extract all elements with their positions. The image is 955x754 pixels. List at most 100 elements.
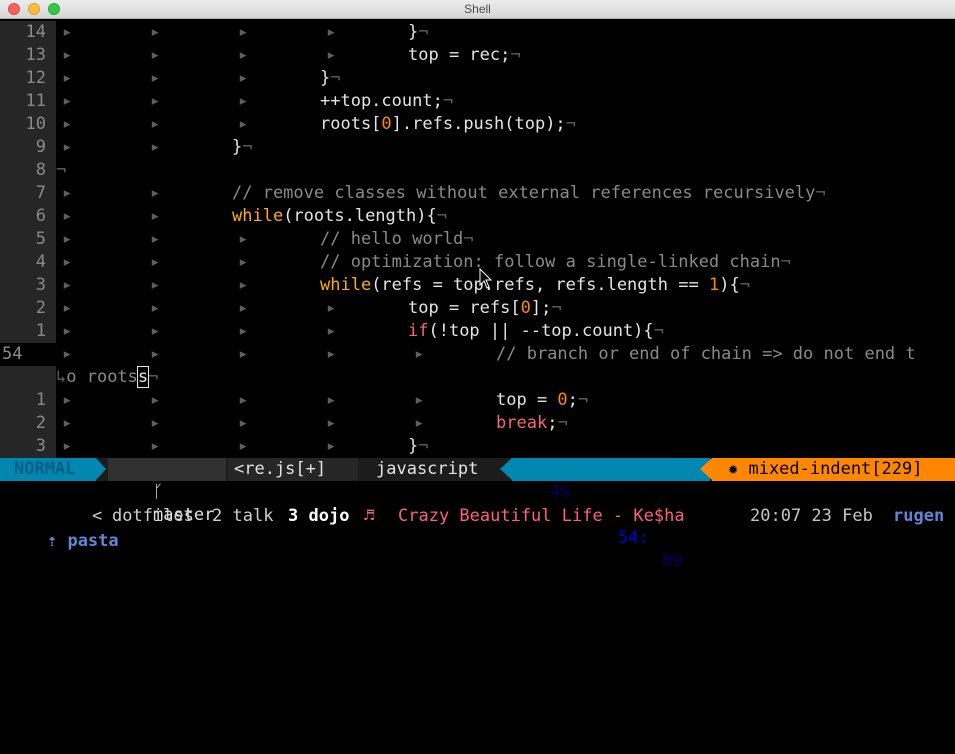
eol-marker: ¬ <box>418 22 429 42</box>
code-body: }¬ <box>408 21 429 44</box>
code-body: top = refs[0];¬ <box>408 297 562 320</box>
tab-marker: ▸ <box>62 183 73 203</box>
code-line[interactable]: 1 ▸ ▸ ▸ ▸ ▸ top = 0;¬ <box>0 389 955 412</box>
code-line[interactable]: 6 ▸ ▸ while(roots.length){¬ <box>0 205 955 228</box>
tab-marker: ▸ <box>150 183 161 203</box>
code-token: } <box>232 137 243 157</box>
line-number: 8 <box>0 159 56 182</box>
tab-marker: ▸ <box>62 22 73 42</box>
code-token: ){ <box>719 275 740 295</box>
code-token: ++top.count; <box>320 91 443 111</box>
code-body: if(!top || --top.count){¬ <box>408 320 664 343</box>
tab-marker: ▸ <box>150 137 161 157</box>
tab-marker: ▸ <box>238 22 249 42</box>
file-name: <re.js[+] <box>228 458 358 481</box>
code-line[interactable]: 11 ▸ ▸ ▸ ++top.count;¬ <box>0 90 955 113</box>
column-number: 89 <box>662 551 683 571</box>
code-token: 0 <box>381 114 392 134</box>
code-body: break;¬ <box>496 412 568 435</box>
tab-marker: ▸ <box>150 45 161 65</box>
code-token: ].refs.push(top); <box>391 114 566 134</box>
tab-marker: ▸ <box>326 321 337 341</box>
tab-marker: ▸ <box>414 413 425 433</box>
eol-marker: ¬ <box>436 206 447 226</box>
tab-marker: ▸ <box>150 344 161 364</box>
code-line[interactable]: 3 ▸ ▸ ▸ ▸}¬ <box>0 435 955 458</box>
tmux-window-dojo-active[interactable]: 3 dojo <box>288 504 349 529</box>
tab-marker: ▸ <box>238 413 249 433</box>
code-body: roots[0].refs.push(top);¬ <box>320 113 576 136</box>
code-line[interactable]: 12 ▸ ▸ ▸}¬ <box>0 67 955 90</box>
tab-marker: ▸ <box>238 114 249 134</box>
tab-marker: ▸ <box>62 390 73 410</box>
code-body: // optimization: follow a single-linked … <box>320 251 791 274</box>
code-token: ; <box>567 390 578 410</box>
line-number: 7 <box>0 182 56 205</box>
code-line[interactable]: 1 ▸ ▸ ▸ ▸ if(!top || --top.count){¬ <box>0 320 955 343</box>
eol-marker: ¬ <box>242 137 253 157</box>
tab-marker: ▸ <box>326 344 337 364</box>
eol-marker: ¬ <box>330 68 341 88</box>
line-number: 9 <box>0 136 56 159</box>
code-line[interactable]: 2 ▸ ▸ ▸ ▸ top = refs[0];¬ <box>0 297 955 320</box>
tab-marker: ▸ <box>62 229 73 249</box>
tab-marker: ▸ <box>238 298 249 318</box>
eol-marker: ¬ <box>418 436 429 456</box>
line-number: 14 <box>0 21 56 44</box>
tab-marker: ▸ <box>238 68 249 88</box>
code-line[interactable]: 8 ¬ <box>0 159 955 182</box>
eol-marker: ¬ <box>56 160 67 180</box>
code-line[interactable]: 2 ▸ ▸ ▸ ▸ ▸ break;¬ <box>0 412 955 435</box>
code-line[interactable]: 7 ▸ ▸ // remove classes without external re… <box>0 182 955 205</box>
clock: 20:07 23 Feb <box>750 506 873 526</box>
code-token: top = <box>496 390 558 410</box>
tab-marker: ▸ <box>62 344 73 364</box>
code-line[interactable]: 10 ▸ ▸ ▸ roots[0].refs.push(top);¬ <box>0 113 955 136</box>
tmux-window-talk[interactable]: 2 talk <box>212 504 273 529</box>
tab-marker: ▸ <box>238 436 249 456</box>
tab-marker: ▸ <box>62 68 73 88</box>
code-line[interactable]: 13 ▸ ▸ ▸ ▸ top = rec;¬ <box>0 44 955 67</box>
code-line[interactable]: 54 ▸ ▸ ▸ ▸ ▸ // branch or end of chain => do n… <box>0 343 955 366</box>
tmux-window-dotfiles[interactable]: dotfiles <box>112 504 194 529</box>
code-token: top = rec; <box>408 45 511 65</box>
vim-editor[interactable]: 14 ▸ ▸ ▸ ▸}¬ 13 ▸ ▸ ▸ ▸ top = rec;¬ 12 ▸ ▸ ▸}¬ 11 ▸ ▸ ▸ ++t… <box>0 21 955 458</box>
tab-marker: ▸ <box>62 45 73 65</box>
tab-marker: ▸ <box>62 413 73 433</box>
code-token: roots[ <box>320 114 382 134</box>
branch-icon: ᚴ <box>152 482 164 502</box>
tab-marker: ▸ <box>414 390 425 410</box>
window-titlebar: Shell <box>0 0 955 19</box>
tab-marker: ▸ <box>150 298 161 318</box>
code-token: (!top || --top.count){ <box>428 321 654 341</box>
tab-marker: ▸ <box>238 344 249 364</box>
tab-marker: ▸ <box>326 45 337 65</box>
git-branch: ᚴ master <box>108 458 226 525</box>
tab-marker: ▸ <box>62 321 73 341</box>
line-number: 3 <box>0 274 56 297</box>
line-number: 1 <box>0 320 56 343</box>
line-number: 2 <box>0 297 56 320</box>
tab-marker: ▸ <box>150 114 161 134</box>
tab-marker: ▸ <box>150 206 161 226</box>
line-number: 54 <box>0 343 56 366</box>
code-body: }¬ <box>232 136 253 159</box>
warning-separator <box>700 458 712 480</box>
ibeam-cursor-icon <box>479 268 492 289</box>
window-number: 2 <box>212 506 223 526</box>
tab-marker: ▸ <box>238 321 249 341</box>
code-line[interactable]: 5 ▸ ▸ ▸ // hello world¬ <box>0 228 955 251</box>
hostname: rugen <box>893 506 945 526</box>
wrapped-line[interactable]: ↳o rootss¬ <box>0 366 955 389</box>
mixed-indent-warning: ✹ mixed-indent[229] <box>712 458 955 481</box>
eol-marker: ¬ <box>463 229 474 249</box>
eol-marker: ¬ <box>653 321 664 341</box>
eol-marker: ¬ <box>148 367 159 387</box>
code-body: ++top.count;¬ <box>320 90 453 113</box>
code-line[interactable]: 9 ▸ ▸}¬ <box>0 136 955 159</box>
tab-marker: ▸ <box>150 436 161 456</box>
code-token: } <box>320 68 331 88</box>
line-number: 54: <box>618 528 649 548</box>
code-line[interactable]: 14 ▸ ▸ ▸ ▸}¬ <box>0 21 955 44</box>
code-body: }¬ <box>408 435 429 458</box>
